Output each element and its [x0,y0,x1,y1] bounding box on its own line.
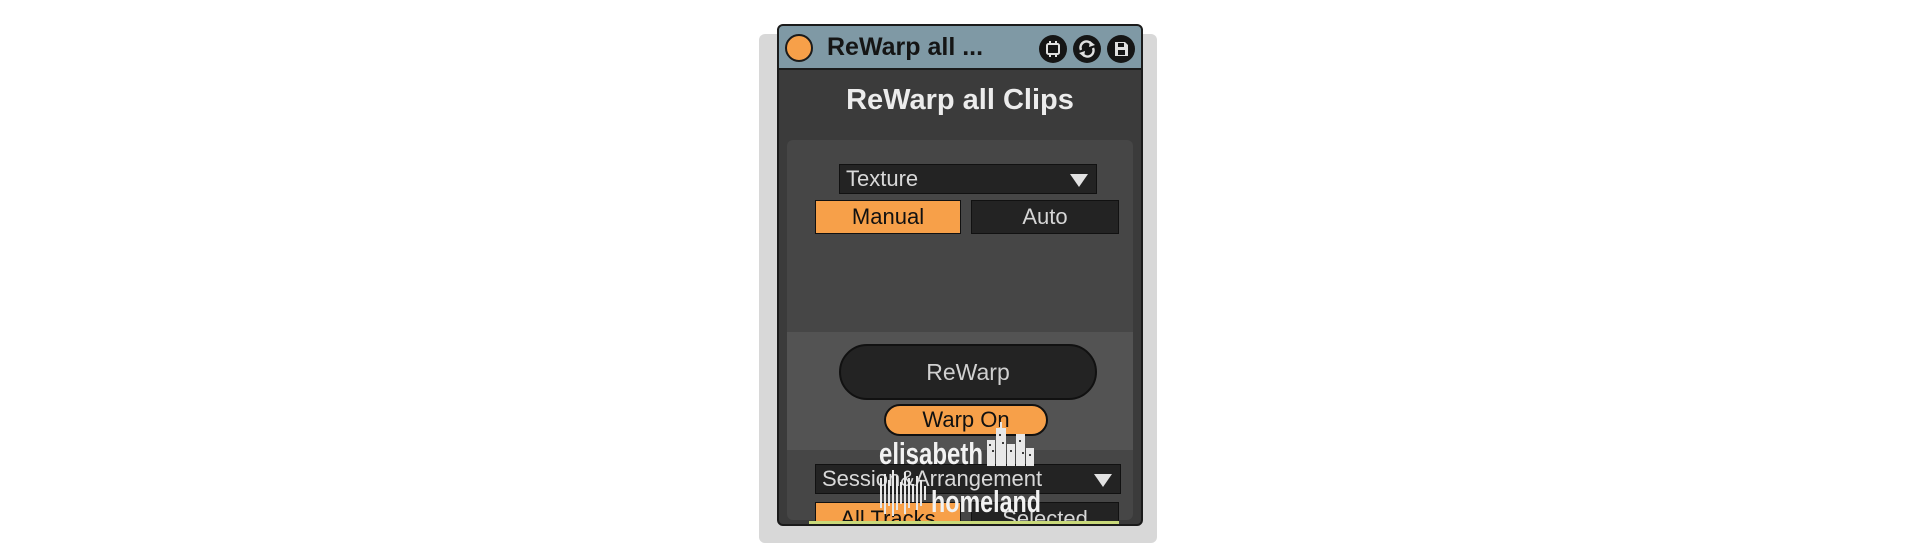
lock-button[interactable] [1039,35,1067,63]
bottom-accent-strip [809,521,1119,524]
device-heading: ReWarp all Clips [846,84,1074,116]
refresh-button[interactable] [1073,35,1101,63]
rewarp-button[interactable]: ReWarp [839,344,1097,400]
elisabeth-homeland-logo: elisabeth homeland [875,420,1045,520]
device-title: ReWarp all ... [827,33,984,61]
tab-auto[interactable]: Auto [971,200,1119,234]
warp-mode-value: Texture [846,166,919,191]
logo-line1: elisabeth [879,436,983,471]
dropdown-arrow-icon [1070,174,1088,187]
logo-graphic: elisabeth homeland [879,422,1041,519]
save-button[interactable] [1107,35,1135,63]
max-device-window: ReWarp all ... ReWarp all Clips Texture … [777,24,1143,526]
tab-manual[interactable]: Manual [815,200,961,234]
title-bar: ReWarp all ... [779,26,1141,70]
logo-line2: homeland [931,484,1041,519]
lock-icon [1046,41,1060,57]
dropdown-arrow-icon [1094,474,1112,487]
warp-mode-menu[interactable]: Texture [839,164,1097,194]
save-icon [1115,42,1128,56]
refresh-icon [1079,40,1095,58]
device-power-button[interactable] [785,34,813,62]
